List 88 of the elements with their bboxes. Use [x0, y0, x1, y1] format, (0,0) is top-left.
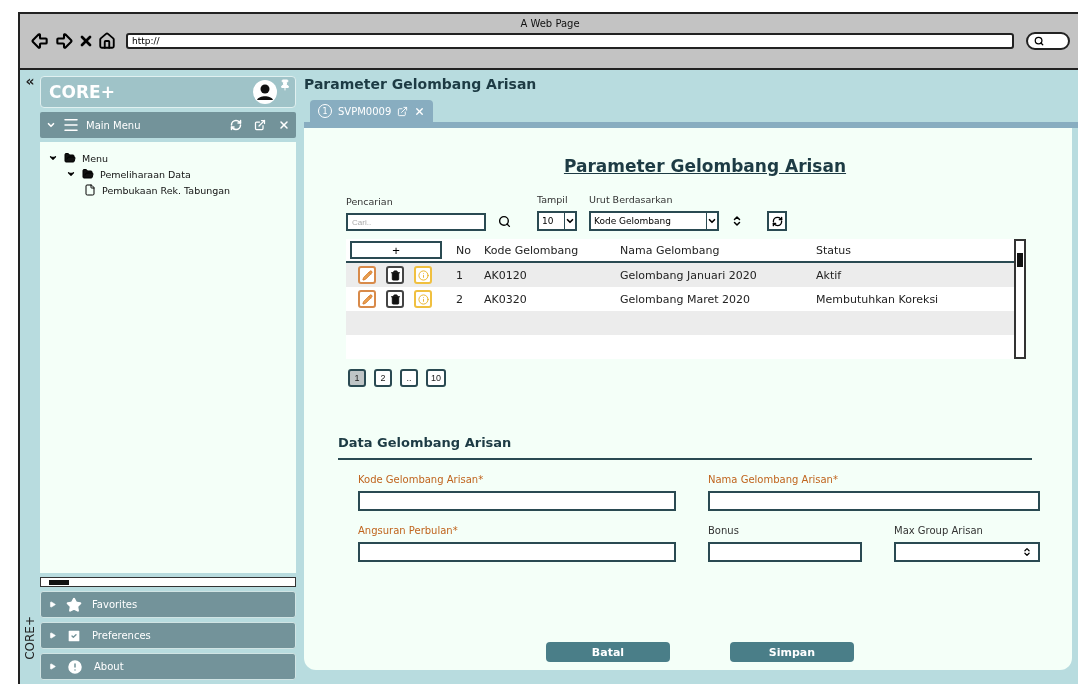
- table-cell-text: 2: [456, 292, 464, 306]
- address-field[interactable]: http://: [126, 33, 1014, 49]
- tree-item[interactable]: Menu: [82, 152, 109, 164]
- sort-select[interactable]: Kode Gelombang: [589, 211, 719, 231]
- page-button[interactable]: 2: [374, 369, 392, 387]
- table-cell-text: 1: [456, 268, 464, 282]
- number-field[interactable]: [894, 542, 1040, 562]
- folder-icon: [82, 168, 94, 180]
- star-icon: [66, 596, 82, 613]
- page-button[interactable]: 10: [426, 369, 446, 387]
- field-label: Kode Gelombang Arisan*: [358, 474, 485, 485]
- field-label: Angsuran Perbulan*: [358, 525, 459, 536]
- spinner-icon: [1022, 547, 1032, 557]
- caret-icon[interactable]: [48, 153, 58, 163]
- pencil-icon: [361, 293, 373, 305]
- table-cell-text: Membutuhkan Koreksi: [816, 292, 940, 306]
- column-header: Kode Gelombang: [484, 243, 580, 257]
- collapse-button[interactable]: «: [25, 74, 35, 88]
- file-icon: [84, 184, 96, 196]
- tab-label: SVPM0009: [338, 105, 392, 117]
- brand-name: CORE+: [49, 82, 115, 102]
- cancel-button[interactable]: Batal: [546, 642, 670, 662]
- page-size-select[interactable]: 10: [537, 211, 577, 231]
- horizontal-scrollbar[interactable]: [40, 577, 296, 587]
- delete-button[interactable]: [386, 290, 404, 308]
- sort-icon[interactable]: [731, 215, 743, 227]
- field-label: Tampil: [537, 194, 569, 205]
- pencil-icon: [361, 269, 373, 281]
- sidebar-label: CORE+: [23, 616, 37, 660]
- input-field[interactable]: [358, 491, 676, 511]
- close-icon[interactable]: [78, 33, 94, 49]
- window-title: A Web Page: [519, 18, 581, 29]
- page-button[interactable]: ..: [400, 369, 418, 387]
- field-label: Pencarian: [346, 196, 394, 207]
- page-button[interactable]: 1: [348, 369, 366, 387]
- caret-icon: [707, 216, 717, 226]
- home-icon[interactable]: [98, 32, 116, 50]
- table-cell-text: AK0120: [484, 268, 528, 282]
- caret-icon: [49, 601, 56, 608]
- save-button[interactable]: Simpan: [730, 642, 854, 662]
- folder-icon: [64, 152, 76, 164]
- input-field[interactable]: [708, 542, 862, 562]
- search-icon: [1034, 36, 1044, 46]
- edit-button[interactable]: [358, 290, 376, 308]
- tree-item[interactable]: Pembukaan Rek. Tabungan: [102, 184, 231, 196]
- caret-icon[interactable]: [66, 169, 76, 179]
- field-label: Bonus: [708, 525, 740, 536]
- field-label: Max Group Arisan: [894, 525, 984, 536]
- menu-title: Main Menu: [86, 119, 142, 131]
- tree-item[interactable]: Pemeliharaan Data: [100, 168, 191, 180]
- forward-icon[interactable]: [54, 31, 74, 51]
- column-header: Nama Gelombang: [620, 243, 721, 257]
- menu-icon: [62, 116, 80, 134]
- input-field[interactable]: [358, 542, 676, 562]
- vertical-scrollbar[interactable]: [1014, 239, 1026, 359]
- search-icon[interactable]: [498, 215, 511, 228]
- table-cell-text: Gelombang Maret 2020: [620, 292, 752, 306]
- table-cell-text: Aktif: [816, 268, 843, 282]
- search-field[interactable]: Cari..: [346, 213, 486, 231]
- section-title: Data Gelombang Arisan: [338, 435, 1032, 460]
- table-cell-text: AK0320: [484, 292, 528, 306]
- field-label: Nama Gelombang Arisan*: [708, 474, 839, 485]
- list-title: Parameter Gelombang Arisan: [562, 156, 848, 176]
- edit-button[interactable]: [358, 266, 376, 284]
- refresh-icon[interactable]: [230, 119, 242, 131]
- input-field[interactable]: [708, 491, 1040, 511]
- external-link-icon[interactable]: [254, 119, 266, 131]
- trash-icon: [389, 269, 401, 281]
- back-icon[interactable]: [30, 31, 50, 51]
- table-cell-text: Gelombang Januari 2020: [620, 268, 758, 282]
- field-label: Urut Berdasarkan: [589, 194, 674, 205]
- page-title: Parameter Gelombang Arisan: [304, 76, 538, 92]
- column-header: No: [456, 243, 472, 257]
- checkbox-icon: [66, 627, 82, 644]
- alert-icon: [66, 657, 84, 676]
- trash-icon: [389, 293, 401, 305]
- caret-icon: [49, 663, 56, 670]
- search-field[interactable]: [1026, 32, 1070, 50]
- delete-button[interactable]: [386, 266, 404, 284]
- column-header: Status: [816, 243, 853, 257]
- info-icon: [417, 269, 429, 281]
- info-icon: [417, 293, 429, 305]
- caret-icon: [49, 632, 56, 639]
- caret-icon: [565, 216, 575, 226]
- refresh-icon: [771, 215, 783, 227]
- add-button[interactable]: +: [350, 241, 442, 259]
- user-avatar[interactable]: [253, 80, 277, 104]
- refresh-button[interactable]: [767, 211, 787, 231]
